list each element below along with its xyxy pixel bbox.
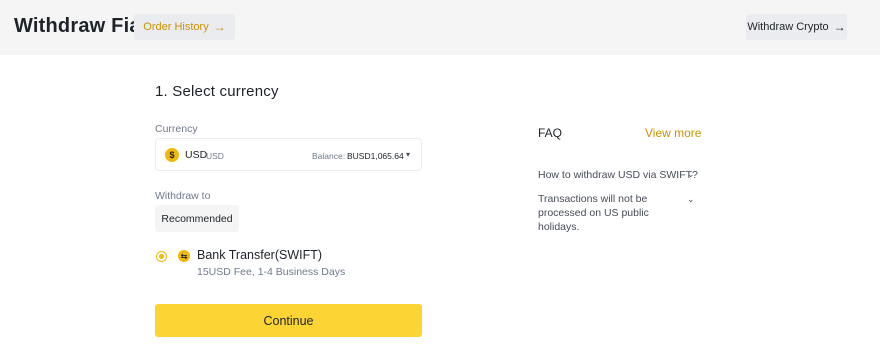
page-header: Withdraw Fiat Order History → Withdraw C… — [0, 0, 880, 55]
arrow-right-icon: → — [833, 20, 846, 34]
balance-value: BUSD1,065.64 — [347, 151, 404, 161]
currency-label: Currency — [155, 123, 198, 135]
step-title: 1. Select currency — [155, 83, 279, 100]
chevron-down-icon: ⌄ — [687, 169, 695, 179]
tab-recommended[interactable]: Recommended — [155, 205, 239, 232]
order-history-label: Order History — [143, 21, 209, 33]
payment-method-fee: 15USD Fee, 1-4 Business Days — [197, 266, 346, 278]
arrow-right-icon: → — [213, 20, 226, 34]
view-more-link[interactable]: View more — [645, 126, 701, 140]
withdraw-crypto-button[interactable]: Withdraw Crypto → — [746, 14, 847, 40]
withdraw-to-label: Withdraw to — [155, 190, 211, 202]
faq-item[interactable]: How to withdraw USD via SWIFT? — [538, 168, 698, 182]
currency-select[interactable]: $ USD USD Balance: BUSD1,065.64 ▾ — [155, 138, 422, 171]
withdraw-crypto-label: Withdraw Crypto — [747, 21, 829, 33]
balance-label: Balance: — [312, 151, 346, 161]
order-history-button[interactable]: Order History → — [134, 14, 235, 40]
page-title: Withdraw Fiat — [14, 15, 148, 37]
chevron-down-icon: ▾ — [406, 150, 411, 159]
bank-transfer-icon: ⇆ — [178, 250, 190, 262]
usd-coin-icon: $ — [165, 148, 179, 162]
chevron-down-icon: ⌄ — [687, 194, 695, 204]
currency-name: USD — [206, 151, 224, 161]
faq-title: FAQ — [538, 126, 563, 140]
continue-button[interactable]: Continue — [155, 304, 422, 337]
bank-transfer-radio[interactable] — [156, 251, 167, 262]
radio-selected-dot — [159, 254, 164, 259]
faq-item[interactable]: Transactions will not be processed on US… — [538, 192, 688, 234]
payment-method-name[interactable]: Bank Transfer(SWIFT) — [197, 248, 322, 262]
currency-code: USD — [185, 149, 208, 161]
